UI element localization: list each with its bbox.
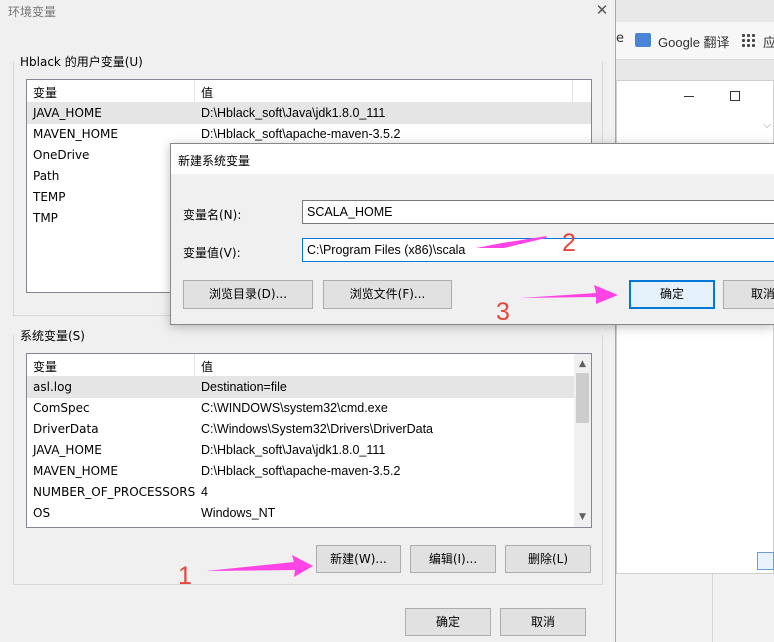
column-header-value[interactable]: 值 xyxy=(201,358,213,375)
browse-file-button[interactable]: 浏览文件(F)... xyxy=(323,280,452,309)
dialog-title: 新建系统变量 xyxy=(178,154,251,168)
variable-name-label: 变量名(N): xyxy=(183,208,242,222)
column-header-name[interactable]: 变量 xyxy=(33,358,57,375)
variable-value: C:\WINDOWS\system32\cmd.exe xyxy=(201,401,388,415)
column-separator[interactable] xyxy=(194,80,195,102)
cancel-button[interactable]: 取消 xyxy=(500,608,586,636)
variable-name: asl.log xyxy=(33,380,73,394)
list-header: 变量 值 xyxy=(27,80,591,103)
dialog-title: 环境变量 xyxy=(8,5,57,19)
variable-value: D:\Hblack_soft\Java\jdk1.8.0_111 xyxy=(201,106,386,120)
variable-value: 4 xyxy=(201,485,208,499)
variable-name: ComSpec xyxy=(33,401,90,415)
variable-value: D:\Hblack_soft\Java\jdk1.8.0_111 xyxy=(201,443,386,457)
apps-bookmark-partial[interactable]: 应 xyxy=(763,32,774,51)
table-row[interactable]: DriverData C:\Windows\System32\Drivers\D… xyxy=(27,419,591,440)
table-row[interactable]: ComSpec C:\WINDOWS\system32\cmd.exe xyxy=(27,398,591,419)
scroll-up-icon[interactable]: ▲ xyxy=(574,356,591,372)
table-row[interactable]: MAVEN_HOME D:\Hblack_soft\apache-maven-3… xyxy=(27,461,591,482)
variable-value: Windows_NT xyxy=(201,506,276,520)
variable-name: MAVEN_HOME xyxy=(33,127,118,141)
variable-value: C:\Windows\System32\Drivers\DriverData xyxy=(201,422,433,436)
variable-value-label: 变量值(V): xyxy=(183,246,241,260)
list-header: 变量 值 xyxy=(27,354,591,377)
step-number-3: 3 xyxy=(496,298,510,326)
column-header-value[interactable]: 值 xyxy=(201,84,213,101)
variable-name: OS xyxy=(33,506,51,520)
new-button[interactable]: 新建(W)... xyxy=(316,545,401,573)
variable-name: TMP xyxy=(33,211,58,225)
delete-button[interactable]: 删除(L) xyxy=(505,545,591,573)
step-number-2: 2 xyxy=(562,229,576,257)
table-row[interactable]: MAVEN_HOME D:\Hblack_soft\apache-maven-3… xyxy=(27,124,591,145)
table-row[interactable]: NUMBER_OF_PROCESSORS 4 xyxy=(27,482,591,503)
ok-button[interactable]: 确定 xyxy=(629,280,715,309)
system-variables-list[interactable]: 变量 值 asl.log Destination=file ComSpec C:… xyxy=(26,353,592,528)
scroll-thumb[interactable] xyxy=(576,373,589,423)
background-bottom-pane xyxy=(616,574,774,642)
column-separator[interactable] xyxy=(572,80,573,102)
table-row[interactable]: JAVA_HOME D:\Hblack_soft\Java\jdk1.8.0_1… xyxy=(27,103,591,124)
variable-name: JAVA_HOME xyxy=(33,443,102,457)
google-translate-bookmark[interactable]: Google 翻译 xyxy=(658,32,730,51)
table-row[interactable]: OS Windows_NT xyxy=(27,503,591,524)
variable-value: D:\Hblack_soft\apache-maven-3.5.2 xyxy=(201,127,401,141)
table-row[interactable]: JAVA_HOME D:\Hblack_soft\Java\jdk1.8.0_1… xyxy=(27,440,591,461)
variable-name: OneDrive xyxy=(33,148,90,162)
google-translate-icon[interactable] xyxy=(635,33,651,47)
ok-button[interactable]: 确定 xyxy=(405,608,491,636)
maximize-icon[interactable] xyxy=(730,91,740,101)
view-toggle-icon[interactable] xyxy=(757,552,774,570)
toolbar-partial-text: e xyxy=(616,31,624,46)
minimize-icon[interactable] xyxy=(684,96,694,97)
variable-value: Destination=file xyxy=(201,380,287,394)
variable-value: D:\Hblack_soft\apache-maven-3.5.2 xyxy=(201,464,401,478)
column-header-name[interactable]: 变量 xyxy=(33,84,57,101)
variable-name: MAVEN_HOME xyxy=(33,464,118,478)
divider xyxy=(712,574,713,642)
variable-name: JAVA_HOME xyxy=(33,106,102,120)
chevron-down-icon[interactable]: ⌵ xyxy=(763,118,771,132)
vertical-scrollbar[interactable]: ▲ ▼ xyxy=(574,354,591,527)
browse-directory-button[interactable]: 浏览目录(D)... xyxy=(183,280,313,309)
variable-name: NUMBER_OF_PROCESSORS xyxy=(33,485,196,499)
variable-value-input[interactable]: C:\Program Files (x86)\scala xyxy=(302,238,774,262)
cancel-button[interactable]: 取消 xyxy=(723,280,774,309)
variable-name: TEMP xyxy=(33,190,66,204)
variable-name: DriverData xyxy=(33,422,99,436)
close-icon[interactable]: ✕ xyxy=(592,0,612,20)
step-number-1: 1 xyxy=(178,562,192,590)
scroll-down-icon[interactable]: ▼ xyxy=(574,509,591,525)
variable-name: Path xyxy=(33,169,60,183)
new-system-variable-dialog: 新建系统变量 变量名(N): SCALA_HOME 变量值(V): C:\Pro… xyxy=(170,143,774,325)
edit-button[interactable]: 编辑(I)... xyxy=(410,545,496,573)
apps-grid-icon[interactable] xyxy=(741,33,755,47)
dialog-titlebar[interactable]: 新建系统变量 xyxy=(171,144,774,174)
variable-name-input[interactable]: SCALA_HOME xyxy=(302,200,774,224)
table-row[interactable]: asl.log Destination=file xyxy=(27,377,591,398)
column-separator[interactable] xyxy=(194,354,195,376)
